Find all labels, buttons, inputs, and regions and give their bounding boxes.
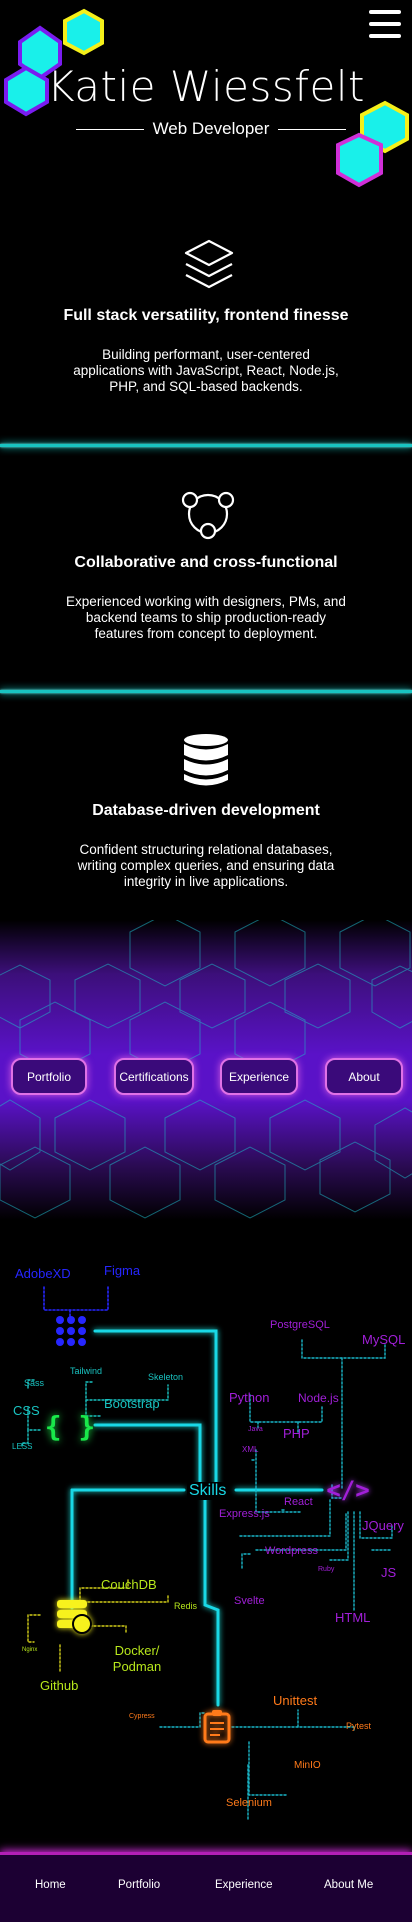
feature-2: Collaborative and cross-functional Exper… <box>0 554 412 642</box>
skill-github: Github <box>40 1678 79 1693</box>
nav-button-portfolio[interactable]: Portfolio <box>11 1058 87 1095</box>
skill-nodejs: Node.js <box>298 1391 339 1405</box>
svg-text:</>: </> <box>326 1476 369 1504</box>
feature-title: Full stack versatility, frontend finesse <box>63 307 349 324</box>
network-icon <box>181 491 235 540</box>
skill-js: JS <box>381 1565 397 1580</box>
subtitle: Web Developer <box>76 118 346 140</box>
feature-1: Full stack versatility, frontend finesse… <box>0 307 412 395</box>
skill-adobexd: AdobeXD <box>15 1266 71 1281</box>
skill-couchdb: CouchDB <box>101 1577 157 1592</box>
svg-text:{ }: { } <box>45 1410 96 1443</box>
menu-button[interactable] <box>369 10 401 40</box>
footer-link-experience[interactable]: Experience <box>215 1879 273 1891</box>
nav-button-certifications[interactable]: Certifications <box>114 1058 194 1095</box>
page-title: Katie Wiessfelt <box>46 62 365 111</box>
skill-java: Java <box>248 1426 263 1433</box>
skill-docker-podman: Docker/ Podman <box>112 1643 162 1674</box>
skill-cypress: Cypress <box>129 1713 155 1720</box>
database-icon <box>184 734 228 786</box>
skill-tailwind: Tailwind <box>70 1366 103 1376</box>
skill-unittest: Unittest <box>273 1693 318 1708</box>
skills-center-label: Skills <box>187 1482 229 1500</box>
skill-less: LESS <box>12 1442 33 1451</box>
feature-3: Database-driven development Confident st… <box>0 802 412 890</box>
skill-minio: MinIO <box>294 1760 321 1771</box>
skill-html: HTML <box>335 1610 371 1625</box>
skill-php: PHP <box>283 1426 310 1441</box>
footer-nav: Home Portfolio Experience About Me <box>0 1852 412 1922</box>
skill-jquery: JQuery <box>362 1518 404 1533</box>
skills-diagram: { } </> <box>21 1285 393 1821</box>
skill-redis: Redis <box>174 1601 198 1611</box>
skill-css: CSS <box>13 1403 40 1418</box>
skill-python: Python <box>229 1390 270 1405</box>
footer-link-portfolio[interactable]: Portfolio <box>118 1879 160 1891</box>
footer-link-home[interactable]: Home <box>35 1879 66 1891</box>
feature-title: Database-driven development <box>92 802 320 819</box>
skill-skeleton: Skeleton <box>148 1372 184 1382</box>
skill-sass: Sass <box>24 1378 45 1388</box>
design-icon <box>56 1316 86 1346</box>
skill-ruby: Ruby <box>318 1566 335 1573</box>
skill-bootstrap: Bootstrap <box>104 1396 160 1411</box>
skill-react: React <box>284 1496 313 1508</box>
skill-figma: Figma <box>104 1263 141 1278</box>
feature-title: Collaborative and cross-functional <box>74 554 338 571</box>
feature-text: Experienced working with designers, PMs,… <box>66 594 346 641</box>
skill-postgresql: PostgreSQL <box>270 1319 330 1331</box>
divider <box>0 690 412 693</box>
skill-nginx: Nginx <box>22 1647 38 1653</box>
nav-button-experience[interactable]: Experience <box>220 1058 298 1095</box>
feature-text: Building performant, user-centered appli… <box>73 347 339 394</box>
skill-wordpress: Wordpress <box>265 1545 318 1557</box>
nav-button-about[interactable]: About <box>325 1058 403 1095</box>
layers-icon <box>184 239 234 289</box>
skill-xml: XML <box>242 1445 259 1454</box>
subtitle-line-right <box>278 129 346 130</box>
skill-expressjs: Express.js <box>219 1508 270 1520</box>
header: Katie Wiessfelt Web Developer <box>0 0 412 188</box>
divider <box>0 444 412 447</box>
skill-selenium: Selenium <box>226 1797 272 1809</box>
feature-text: Confident structuring relational databas… <box>77 842 335 889</box>
skill-mysql: MySQL <box>362 1332 406 1347</box>
skill-svelte: Svelte <box>234 1595 265 1607</box>
footer-link-about-me[interactable]: About Me <box>324 1879 373 1891</box>
skill-pytest: Pytest <box>346 1721 372 1731</box>
